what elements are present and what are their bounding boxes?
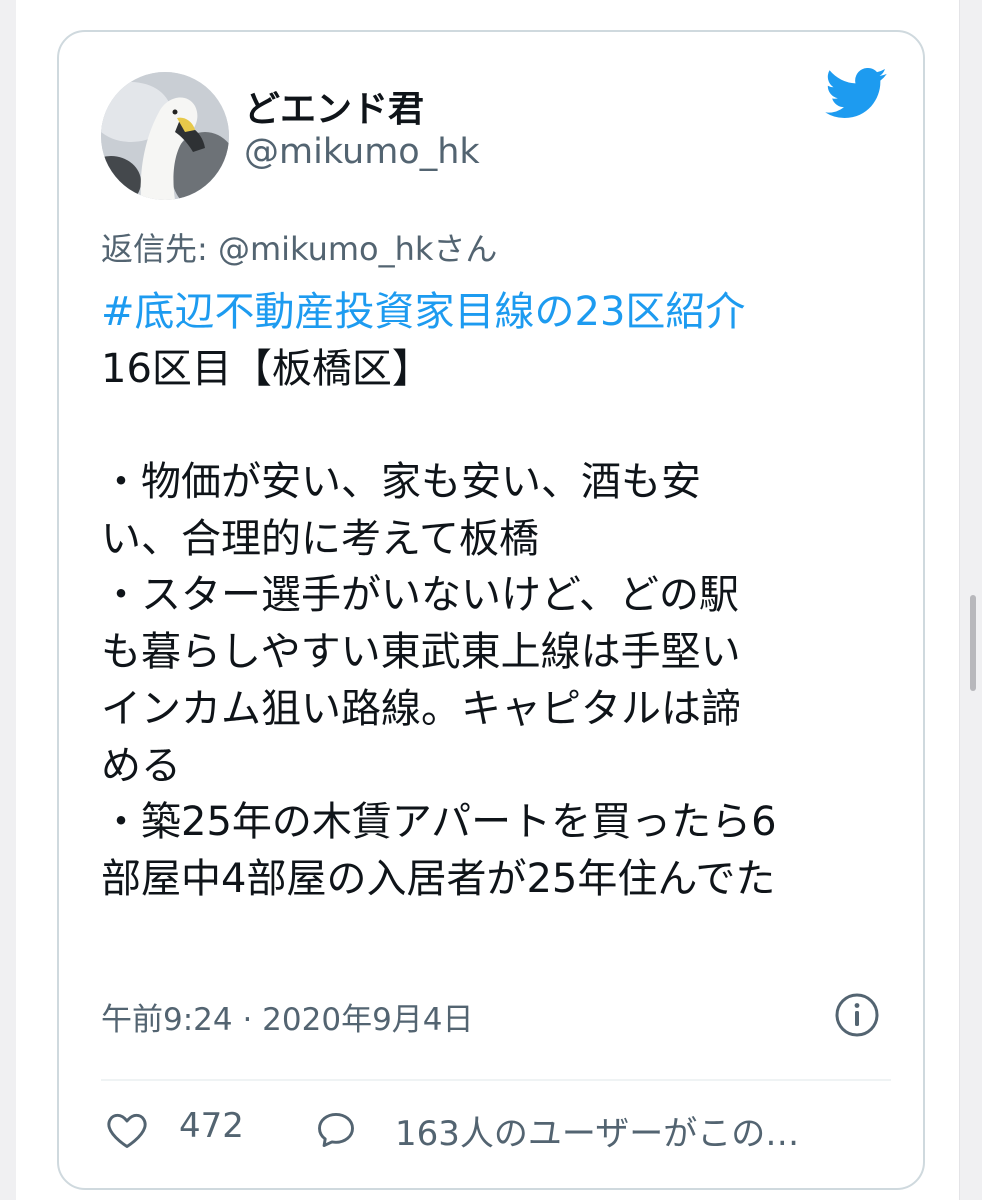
user-handle[interactable]: @mikumo_hk [244, 132, 480, 172]
divider [101, 1079, 891, 1081]
tweet-timestamp[interactable]: 午前9:24 · 2020年9月4日 [101, 994, 474, 1039]
heart-icon[interactable] [105, 1108, 149, 1152]
tweet-line: 部屋中4部屋の入居者が25年住んでた [101, 855, 776, 902]
left-page-edge [0, 0, 16, 1200]
tweet-card[interactable]: どエンド君 @mikumo_hk 返信先: @mikumo_hkさん #底辺不動… [57, 30, 925, 1190]
avatar[interactable] [101, 72, 229, 200]
tweet-line: も暮らしやすい東武東上線は手堅い [101, 629, 741, 676]
tweet-line: 16区目【板橋区】 [101, 345, 432, 392]
reply-users-text[interactable]: 163人のユーザーがこの… [395, 1106, 799, 1155]
tweet-text: #底辺不動産投資家目線の23区紹介 16区目【板橋区】 ・物価が安い、家も安い、… [101, 284, 901, 908]
swan-avatar-image [101, 72, 229, 200]
scrollbar-thumb[interactable] [970, 595, 976, 691]
reply-to-label: 返信先: @mikumo_hkさん [101, 230, 498, 268]
tweet-line: ・築25年の木賃アパートを買ったら6 [101, 799, 777, 846]
twitter-bird-icon[interactable] [825, 68, 887, 118]
tweet-line: ・物価が安い、家も安い、酒も安 [101, 459, 701, 506]
display-name[interactable]: どエンド君 [244, 80, 424, 132]
info-icon[interactable] [834, 992, 880, 1038]
scrollbar-track[interactable] [959, 0, 982, 1200]
like-count[interactable]: 472 [179, 1106, 244, 1146]
tweet-line: ・スター選手がいないけど、どの駅 [101, 572, 739, 619]
speech-bubble-icon[interactable] [314, 1108, 358, 1152]
tweet-line: める [101, 742, 181, 789]
hashtag-link[interactable]: #底辺不動産投資家目線の23区紹介 [101, 284, 901, 341]
tweet-line: インカム狙い路線。キャピタルは諦 [101, 685, 741, 732]
tweet-line: い、合理的に考えて板橋 [101, 515, 539, 562]
